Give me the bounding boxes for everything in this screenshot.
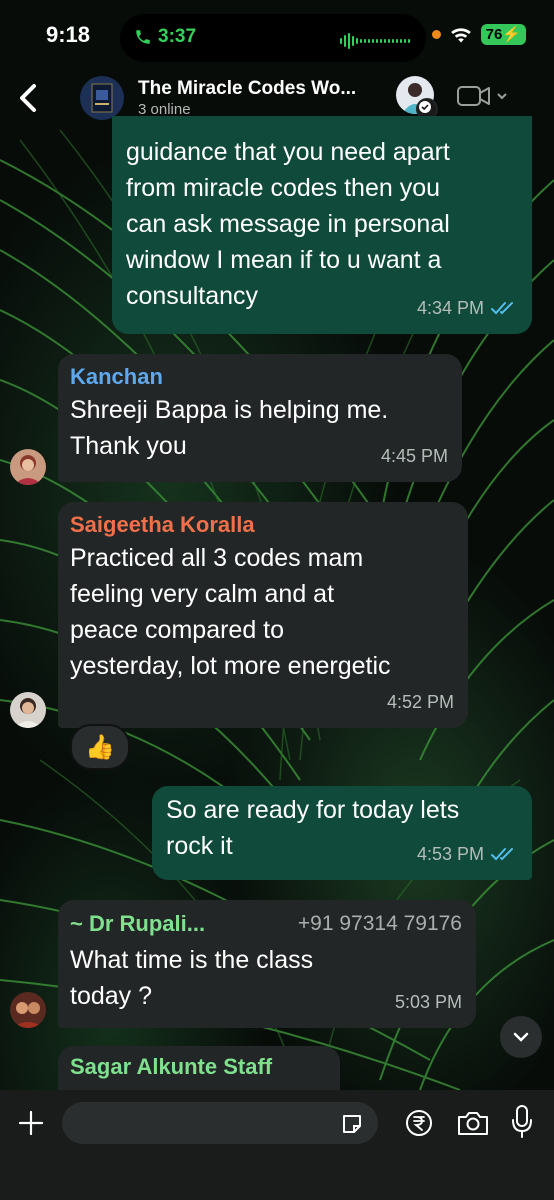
back-button[interactable]	[14, 78, 44, 118]
sender-name[interactable]: Sagar Alkunte Staff	[70, 1052, 328, 1082]
plus-icon	[18, 1110, 44, 1136]
message-time: 4:52 PM	[386, 692, 454, 712]
message-incoming[interactable]: Kanchan Shreeji Bappa is helping me. Tha…	[58, 354, 462, 482]
chevron-down-icon	[513, 1032, 529, 1042]
video-call-button[interactable]	[456, 84, 508, 108]
dynamic-island-call[interactable]: 3:37	[120, 14, 426, 62]
sender-name[interactable]: ~ Dr Rupali...	[70, 909, 205, 939]
message-time: 4:45 PM	[380, 446, 448, 466]
phone-icon	[136, 30, 150, 44]
message-incoming[interactable]: ~ Dr Rupali... +91 97314 79176 What time…	[58, 900, 476, 1028]
message-time: 4:34 PM	[416, 298, 484, 318]
status-bar: 9:18 3:37 76⚡	[0, 0, 554, 74]
chevron-down-icon	[497, 93, 507, 100]
chevron-left-icon	[20, 84, 36, 112]
message-time: 4:53 PM	[416, 844, 484, 864]
battery-indicator: 76⚡	[480, 24, 526, 45]
message-outgoing[interactable]: So are ready for today lets rock it 4:53…	[152, 786, 532, 880]
sticker-icon	[343, 1115, 361, 1133]
scroll-to-bottom-button[interactable]	[500, 1016, 542, 1058]
microphone-icon	[512, 1105, 532, 1138]
mic-indicator-dot	[431, 30, 441, 39]
message-incoming[interactable]: Saigeetha Koralla Practiced all 3 codes …	[58, 502, 468, 728]
composer-bar	[0, 1090, 554, 1200]
message-input[interactable]	[62, 1102, 378, 1144]
camera-button[interactable]	[456, 1108, 490, 1138]
sender-name[interactable]: Saigeetha Koralla	[70, 510, 454, 540]
group-avatar[interactable]	[80, 76, 124, 120]
status-time: 9:18	[46, 22, 91, 47]
message-time: 5:03 PM	[394, 992, 462, 1012]
message-outgoing[interactable]: guidance that you need apart from miracl…	[112, 116, 532, 334]
thumbs-up-emoji: 👍	[85, 733, 115, 761]
video-camera-icon	[457, 86, 490, 106]
double-check-icon	[491, 848, 513, 861]
wifi-icon	[450, 27, 471, 42]
rupee-icon	[406, 1110, 432, 1136]
avatar[interactable]	[10, 692, 46, 728]
camera-icon	[458, 1112, 488, 1135]
payment-button[interactable]	[404, 1108, 434, 1138]
attach-button[interactable]	[16, 1108, 46, 1138]
message-text: Practiced all 3 codes mam feeling very c…	[70, 544, 391, 680]
avatar[interactable]	[10, 992, 46, 1028]
sender-name[interactable]: Kanchan	[70, 362, 448, 392]
group-title[interactable]: The Miracle Codes Wo...	[138, 78, 356, 100]
sticker-button[interactable]	[340, 1112, 364, 1136]
call-duration: 3:37	[158, 26, 197, 47]
reaction-badge[interactable]: 👍	[70, 724, 130, 770]
avatar[interactable]	[10, 449, 46, 485]
microphone-button[interactable]	[510, 1104, 534, 1140]
audio-wave-icon	[340, 33, 410, 49]
sender-phone[interactable]: +91 97314 79176	[298, 906, 462, 942]
message-text: guidance that you need apart from miracl…	[126, 138, 450, 310]
double-check-icon	[491, 302, 513, 315]
